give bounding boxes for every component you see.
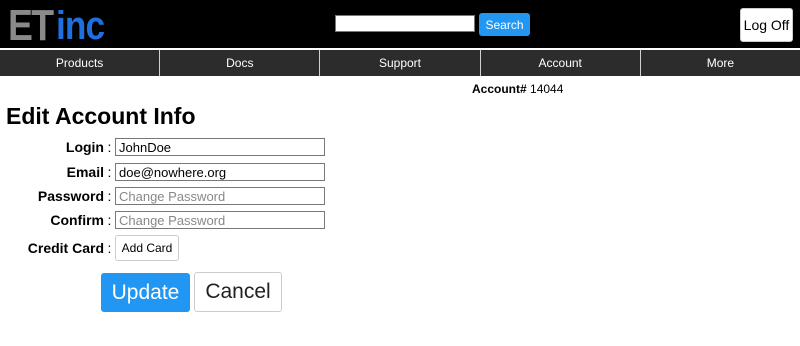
update-button[interactable]: Update xyxy=(101,273,190,312)
nav-item-more[interactable]: More xyxy=(641,50,800,76)
nav-item-docs[interactable]: Docs xyxy=(160,50,321,76)
password-row: Password : xyxy=(0,185,325,207)
confirm-colon: : xyxy=(107,212,112,228)
logo-et-text: ET xyxy=(8,1,54,50)
login-label: Login xyxy=(65,139,104,155)
nav-item-support[interactable]: Support xyxy=(320,50,481,76)
top-header: ET inc Search Log Off xyxy=(0,0,800,48)
login-colon: : xyxy=(107,139,112,155)
logo-inc-text: inc xyxy=(56,4,105,48)
credit-card-colon: : xyxy=(107,240,112,256)
confirm-label: Confirm xyxy=(50,212,104,228)
credit-card-row: Credit Card : Add Card xyxy=(0,235,179,261)
add-card-button[interactable]: Add Card xyxy=(115,235,179,261)
password-colon: : xyxy=(107,188,112,204)
confirm-password-input[interactable] xyxy=(115,211,325,229)
password-label: Password xyxy=(37,188,104,204)
main-nav: Products Docs Support Account More xyxy=(0,50,800,76)
email-colon: : xyxy=(107,164,112,180)
password-input[interactable] xyxy=(115,187,325,205)
email-label: Email xyxy=(66,164,104,180)
email-input[interactable] xyxy=(115,163,325,181)
credit-card-label: Credit Card xyxy=(27,240,104,256)
nav-item-account[interactable]: Account xyxy=(481,50,641,76)
account-number-label: Account# xyxy=(472,82,527,96)
login-row: Login : xyxy=(0,136,325,158)
search-button[interactable]: Search xyxy=(479,13,530,36)
account-number-value: 14044 xyxy=(530,82,564,96)
email-row: Email : xyxy=(0,161,325,183)
account-number-line: Account# 14044 xyxy=(472,82,563,96)
nav-item-products[interactable]: Products xyxy=(0,50,161,76)
page-title: Edit Account Info xyxy=(6,103,196,129)
log-off-button[interactable]: Log Off xyxy=(740,8,793,42)
cancel-button[interactable]: Cancel xyxy=(194,272,282,312)
search-input[interactable] xyxy=(335,15,475,32)
etinc-logo[interactable]: ET inc xyxy=(8,1,111,50)
confirm-row: Confirm : xyxy=(0,209,325,231)
login-input[interactable] xyxy=(115,138,325,156)
